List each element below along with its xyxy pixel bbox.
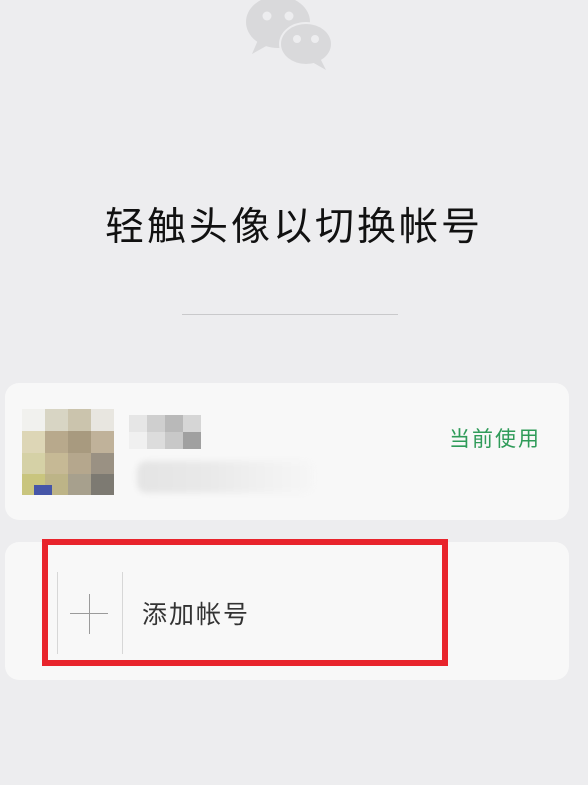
plus-icon <box>57 572 123 654</box>
divider <box>182 314 398 315</box>
account-id-blurred <box>137 461 313 493</box>
status-badge-current: 当前使用 <box>449 427 541 451</box>
nickname-blurred <box>129 415 201 449</box>
add-account-label: 添加帐号 <box>142 600 251 629</box>
add-account-card: 添加帐号 <box>5 542 569 680</box>
add-account-button[interactable]: 添加帐号 <box>39 570 449 666</box>
account-item-current[interactable]: 当前使用 <box>5 383 569 520</box>
wechat-logo-icon <box>236 0 346 74</box>
avatar <box>22 409 114 495</box>
page-title: 轻触头像以切换帐号 <box>104 205 483 250</box>
